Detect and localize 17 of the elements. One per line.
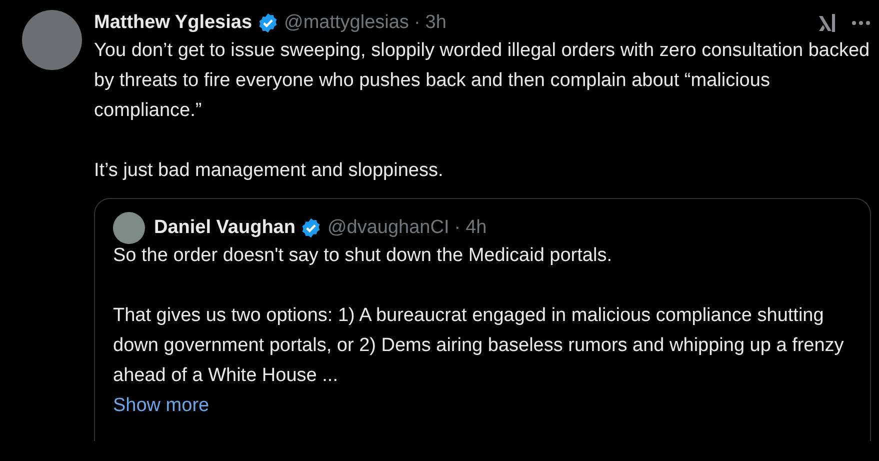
- show-more-link[interactable]: Show more: [113, 391, 210, 421]
- author-handle[interactable]: @mattyglesias: [284, 12, 409, 34]
- more-options-icon[interactable]: [851, 20, 871, 26]
- post-time[interactable]: 3h: [425, 12, 446, 34]
- author-name[interactable]: Daniel Vaughan: [154, 217, 296, 239]
- avatar-photo-placeholder[interactable]: [113, 212, 145, 244]
- post-time[interactable]: 4h: [466, 217, 487, 239]
- dot-separator: ·: [454, 217, 461, 239]
- quoted-post-text: So the order doesn't say to shut down the Medicaid portals.: [113, 244, 613, 268]
- dot-separator: ·: [414, 12, 420, 34]
- slash-logo-icon[interactable]: [817, 12, 837, 34]
- quoted-post-card[interactable]: [94, 198, 871, 441]
- post-text: You don’t get to issue sweeping, sloppily worded illegal orders with zero consultation backed by threats to fire everyone who pushes back and then complain about “malicious compliance.”: [94, 39, 871, 123]
- author-name[interactable]: Matthew Yglesias: [94, 12, 252, 34]
- quoted-post-text: That gives us two options: 1) A bureaucrat engaged in malicious compliance shutting down government portals, or 2) Dems airing baseless rumors and whipping up a frenzy ahead of a White House ...: [113, 304, 845, 388]
- post-text: It’s just bad management and sloppiness.: [94, 159, 444, 183]
- author-handle[interactable]: @dvaughanCI: [327, 217, 450, 239]
